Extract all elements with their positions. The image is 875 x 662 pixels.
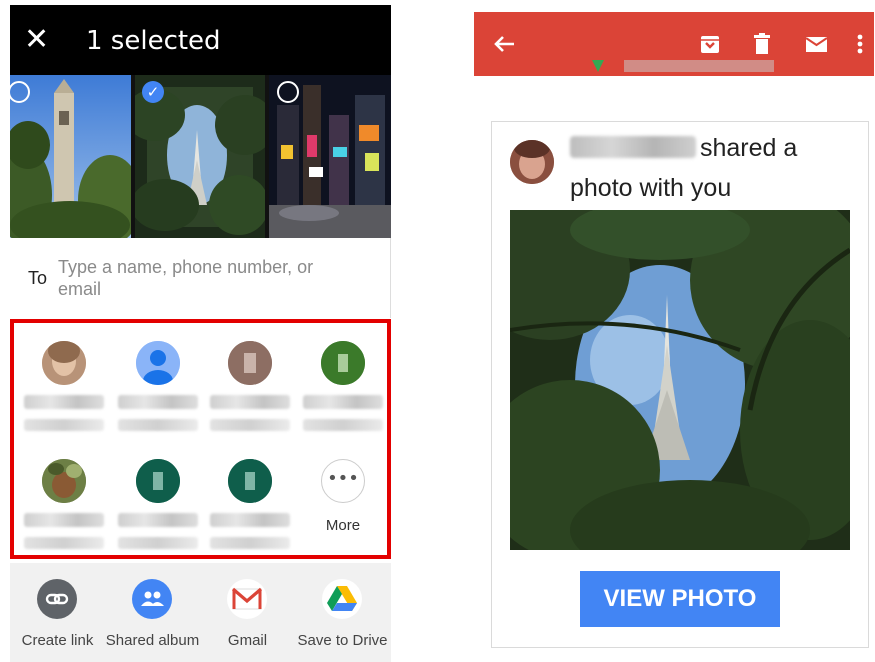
avatar (228, 341, 272, 385)
share-notification-card: shared a photo with you VIEW PHOTO (491, 121, 869, 648)
shared-album-button[interactable]: Shared album (105, 563, 200, 662)
mail-icon[interactable] (802, 30, 830, 58)
contact-suggestion[interactable] (206, 447, 294, 559)
selection-toolbar: ✕ 1 selected (10, 5, 391, 75)
blurred-detail (24, 537, 104, 549)
to-label: To (28, 268, 48, 288)
link-icon (37, 579, 77, 619)
more-vert-icon[interactable] (846, 30, 874, 58)
avatar-default-icon (136, 341, 180, 385)
blurred-detail (303, 419, 383, 431)
archive-icon[interactable] (696, 30, 724, 58)
blurred-detail (210, 419, 290, 431)
contact-suggestion[interactable] (206, 329, 294, 441)
blurred-name (118, 513, 198, 527)
create-link-button[interactable]: Create link (10, 563, 105, 662)
more-contacts-button[interactable]: ••• More (299, 447, 387, 559)
blurred-name (210, 395, 290, 409)
app-label: Gmail (227, 632, 268, 649)
shared-album-icon (132, 579, 172, 619)
blurred-name (24, 395, 104, 409)
contact-suggestion[interactable] (299, 329, 387, 441)
blurred-detail (118, 419, 198, 431)
recipient-input[interactable]: Type a name, phone number, or email (58, 256, 358, 300)
blurred-detail (118, 537, 198, 549)
app-label: Create link (21, 632, 94, 649)
contact-suggestion[interactable] (20, 447, 108, 559)
gmail-icon (227, 579, 267, 619)
photo-thumbnail[interactable] (10, 75, 131, 238)
recipient-row: To Type a name, phone number, or email (10, 238, 391, 318)
more-horiz-icon: ••• (321, 459, 365, 503)
drive-icon (322, 579, 362, 619)
selection-count-title: 1 selected (86, 26, 221, 56)
email-screen: shared a photo with you VIEW PHOTO (474, 12, 874, 662)
share-apps-row: Create link Shared album Gmail Save to D… (10, 563, 391, 662)
sender-avatar (510, 140, 554, 184)
blurred-detail (24, 419, 104, 431)
contact-suggestion[interactable] (20, 329, 108, 441)
avatar (228, 459, 272, 503)
avatar (136, 459, 180, 503)
blurred-name (303, 395, 383, 409)
save-to-drive-button[interactable]: Save to Drive (295, 563, 390, 662)
more-label: More (325, 517, 361, 534)
avatar (42, 459, 86, 503)
contact-suggestion[interactable] (114, 447, 202, 559)
photo-thumbnail[interactable]: ✓ (135, 75, 265, 238)
back-arrow-icon[interactable] (490, 30, 518, 58)
select-circle[interactable] (277, 81, 299, 103)
photo-thumbnail[interactable] (269, 75, 391, 238)
share-sheet-screen: ✕ 1 selected ✓ To Type a name, phone num… (10, 5, 391, 662)
avatar (42, 341, 86, 385)
blurred-name (24, 513, 104, 527)
gmail-button[interactable]: Gmail (200, 563, 295, 662)
contact-suggestion[interactable] (114, 329, 202, 441)
google-photos-logo-peek (584, 60, 784, 82)
app-label: Shared album (105, 632, 200, 649)
blurred-name (210, 513, 290, 527)
app-label: Save to Drive (297, 632, 388, 649)
blurred-name (118, 395, 198, 409)
blurred-detail (210, 537, 290, 549)
share-message: shared a photo with you (570, 134, 798, 202)
close-icon[interactable]: ✕ (24, 22, 52, 58)
delete-icon[interactable] (748, 30, 776, 58)
suggested-contacts-grid: ••• More (10, 319, 391, 559)
selected-check-icon[interactable]: ✓ (142, 81, 164, 103)
avatar (321, 341, 365, 385)
view-photo-button[interactable]: VIEW PHOTO (580, 571, 780, 627)
photo-thumbnail-strip: ✓ (10, 75, 391, 238)
shared-photo[interactable] (510, 210, 850, 550)
